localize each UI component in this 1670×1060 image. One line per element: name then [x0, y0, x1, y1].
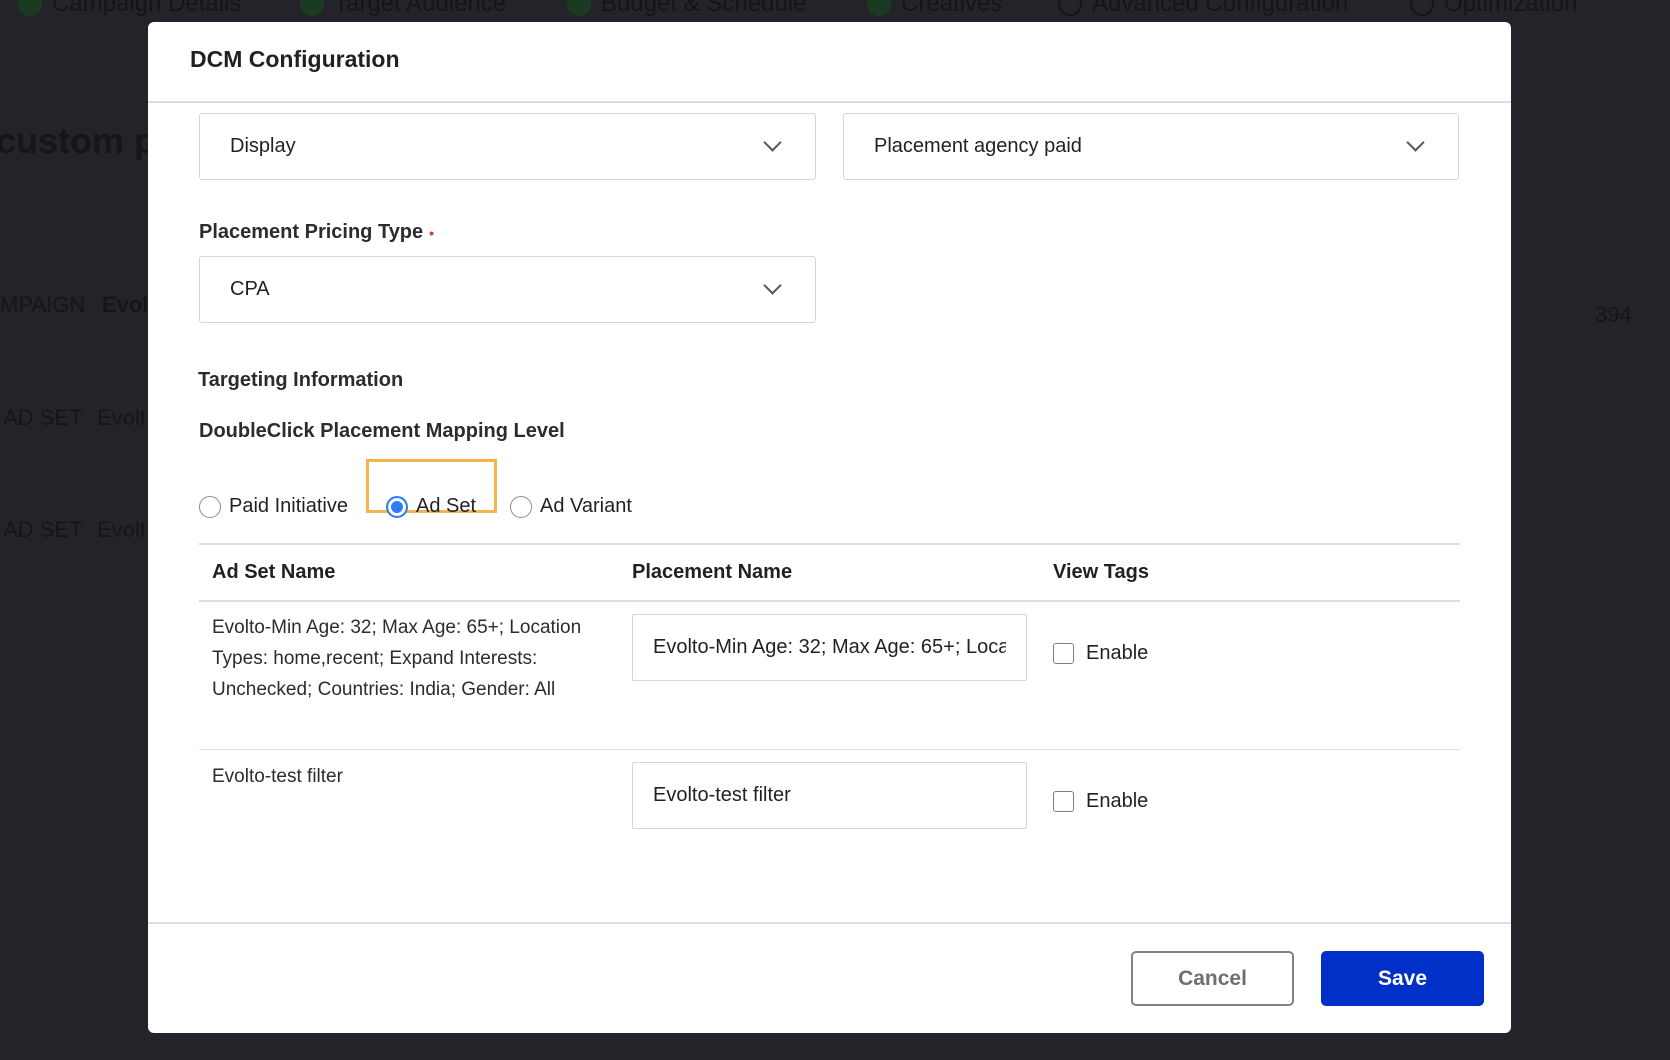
check-icon: [567, 0, 591, 16]
radio-paid-initiative[interactable]: Paid Initiative: [199, 495, 348, 518]
placement-payment-dropdown[interactable]: Placement agency paid: [843, 113, 1459, 180]
modal-title: DCM Configuration: [190, 46, 400, 72]
required-indicator: •: [429, 224, 435, 241]
checkbox-icon[interactable]: [1053, 791, 1074, 812]
bg-adset-tag: AD SET: [3, 405, 83, 430]
radio-icon[interactable]: [199, 495, 221, 518]
pricing-type-dropdown[interactable]: CPA: [199, 256, 816, 323]
targeting-heading: Targeting Information: [198, 369, 404, 391]
check-icon: [18, 0, 42, 16]
ad-set-name-cell: Evolto-Min Age: 32; Max Age: 65+; Locati…: [212, 617, 582, 700]
circle-icon: [1058, 0, 1082, 16]
view-tags-enable-checkbox[interactable]: Enable: [1053, 790, 1148, 813]
chevron-down-icon: [763, 276, 782, 295]
row-divider: [199, 749, 1460, 750]
placement-name-input[interactable]: [632, 614, 1027, 681]
step-creatives: Creatives: [867, 0, 1002, 18]
cancel-button[interactable]: Cancel: [1131, 951, 1294, 1006]
step-campaign-details: Campaign Details: [18, 0, 241, 18]
step-optimization: Optimization: [1410, 0, 1577, 18]
dcm-configuration-modal: DCM Configuration Display Placement agen…: [148, 22, 1511, 1033]
radio-ad-set[interactable]: Ad Set: [386, 495, 476, 518]
column-header-view-tags: View Tags: [1053, 561, 1149, 583]
chevron-down-icon: [1406, 133, 1425, 152]
column-header-ad-set-name: Ad Set Name: [212, 561, 336, 583]
bg-adset-name: Evolt: [97, 517, 146, 542]
bg-count: 394: [1595, 302, 1632, 327]
table-top-divider: [199, 543, 1460, 545]
radio-selected-icon[interactable]: [386, 495, 408, 518]
mapping-level-label: DoubleClick Placement Mapping Level: [199, 420, 565, 442]
step-advanced-configuration: Advanced Configuration: [1058, 0, 1348, 18]
table-header-divider: [199, 600, 1460, 602]
step-target-audience: Target Audience: [300, 0, 506, 18]
bg-adset-name: Evolt: [97, 405, 146, 430]
footer-divider: [148, 922, 1511, 924]
radio-icon[interactable]: [510, 495, 532, 518]
placement-name-input[interactable]: [632, 762, 1027, 829]
check-icon: [300, 0, 324, 16]
column-header-placement-name: Placement Name: [632, 561, 793, 583]
bg-adset-tag: AD SET: [3, 517, 83, 542]
checkbox-icon[interactable]: [1053, 643, 1074, 664]
modal-header: DCM Configuration: [148, 22, 1511, 103]
circle-icon: [1410, 0, 1434, 16]
chevron-down-icon: [763, 133, 782, 152]
view-tags-enable-checkbox[interactable]: Enable: [1053, 642, 1148, 665]
ad-set-name-cell: Evolto-test filter: [212, 766, 343, 787]
save-button[interactable]: Save: [1321, 951, 1484, 1006]
bg-campaign-tag: MPAIGN: [0, 292, 86, 317]
check-icon: [867, 0, 891, 16]
step-budget-schedule: Budget & Schedule: [567, 0, 807, 18]
bg-heading: custom pr: [0, 120, 171, 161]
pricing-type-label: Placement Pricing Type •: [199, 221, 435, 243]
radio-ad-variant[interactable]: Ad Variant: [510, 495, 632, 518]
ad-type-dropdown[interactable]: Display: [199, 113, 816, 180]
